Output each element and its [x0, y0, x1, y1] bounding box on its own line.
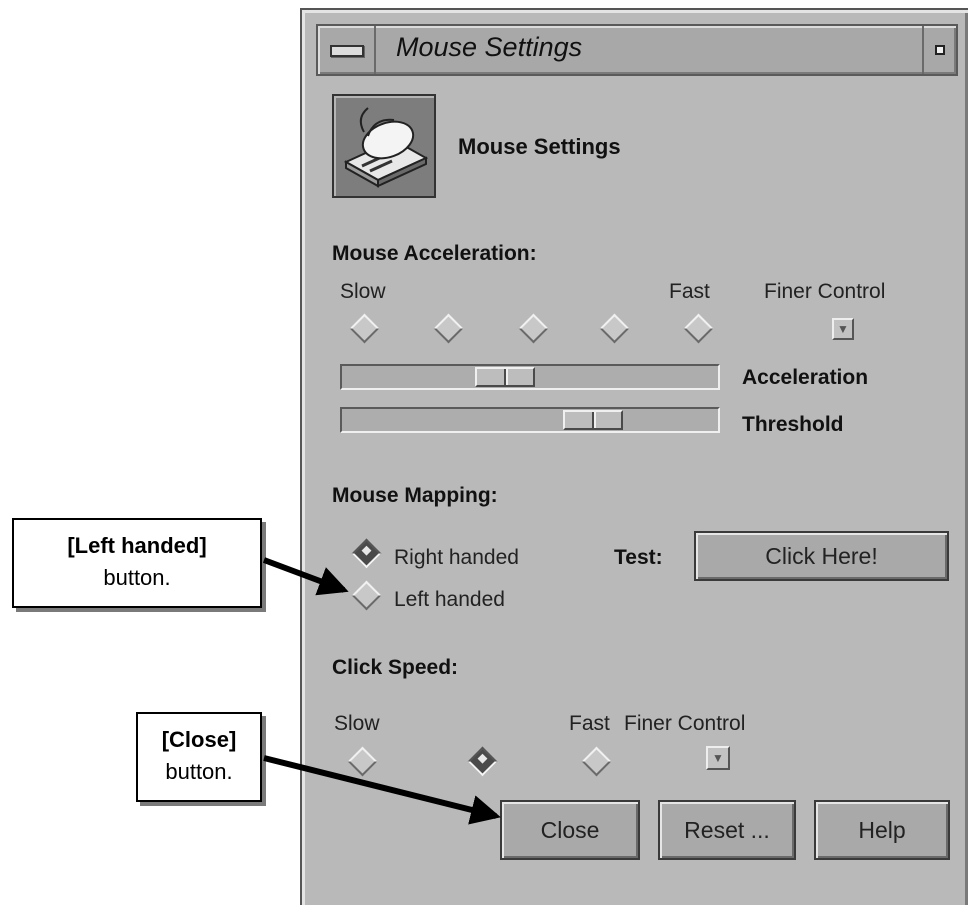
callout-arrows [262, 557, 501, 825]
left-handed-arrow [262, 557, 349, 596]
close-arrow [263, 755, 501, 825]
